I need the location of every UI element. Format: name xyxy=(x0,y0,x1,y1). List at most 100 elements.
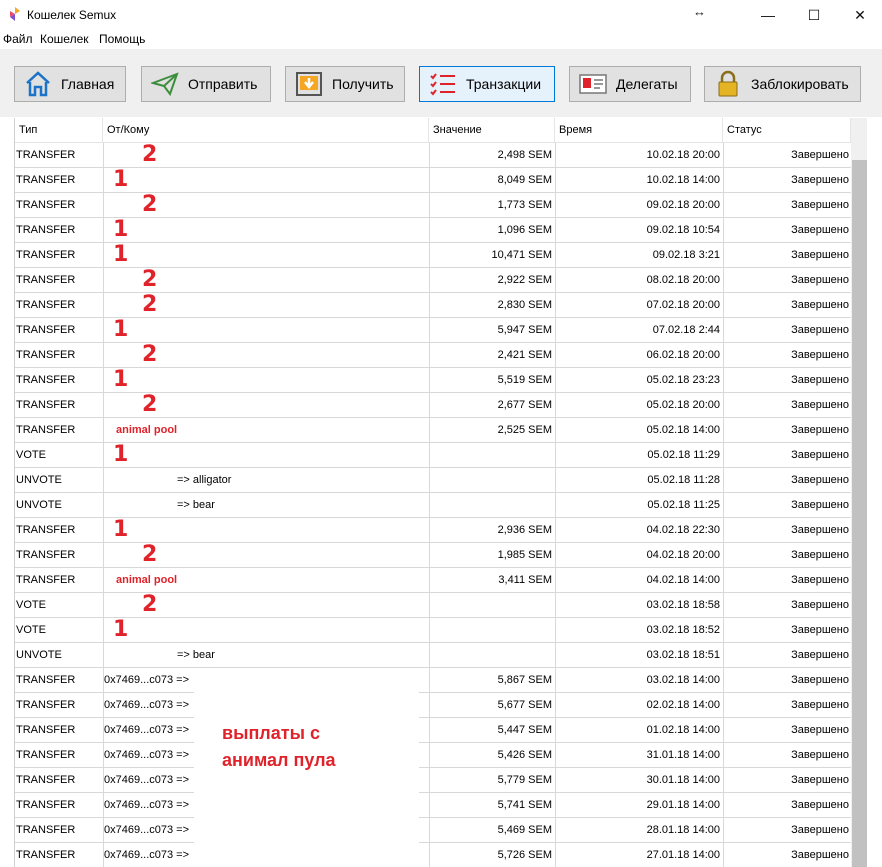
table-row[interactable]: UNVOTE => alligator 05.02.18 11:28 Завершен… xyxy=(15,468,851,493)
column-header-party[interactable]: От/Кому xyxy=(103,118,429,143)
annotation-number-mark: 2 xyxy=(142,343,158,367)
type-cell: TRANSFER xyxy=(16,399,76,411)
value-cell: 5,867 SEM xyxy=(429,668,554,692)
value-cell: 5,779 SEM xyxy=(429,768,554,792)
lock-button[interactable]: Заблокировать xyxy=(704,66,861,102)
table-row[interactable]: TRANSFER 0x7469...c073 => 5,779 SEM 30.01.1… xyxy=(15,768,851,793)
vertical-scrollbar[interactable] xyxy=(851,118,867,867)
annotation-number-mark: 1 xyxy=(113,368,129,392)
delegates-button[interactable]: Делегаты xyxy=(569,66,691,102)
value-cell: 8,049 SEM xyxy=(429,168,554,192)
maximize-button[interactable]: ☐ xyxy=(791,0,837,30)
menu-file[interactable]: Файл xyxy=(3,32,33,46)
home-button[interactable]: Главная xyxy=(14,66,126,102)
annotation-number-mark: 2 xyxy=(142,268,158,292)
time-cell: 05.02.18 14:00 xyxy=(555,418,722,442)
table-row[interactable]: VOTE 1 05.02.18 11:29 Завершено xyxy=(15,443,851,468)
column-header-type[interactable]: Тип xyxy=(15,118,103,143)
value-cell: 5,447 SEM xyxy=(429,718,554,742)
table-row[interactable]: TRANSFER 0x7469...c073 => 5,447 SEM 01.02.1… xyxy=(15,718,851,743)
party-cell: => bear xyxy=(103,493,428,517)
minimize-button[interactable]: — xyxy=(745,0,791,30)
value-cell: 2,677 SEM xyxy=(429,393,554,417)
table-row[interactable]: TRANSFER 1 1,096 SEM 09.02.18 10:54 Завершен… xyxy=(15,218,851,243)
status-cell: Завершено xyxy=(723,293,851,317)
column-header-status[interactable]: Статус xyxy=(723,118,851,143)
type-cell: VOTE xyxy=(16,624,46,636)
time-cell: 05.02.18 11:25 xyxy=(555,493,722,517)
party-cell: animal pool xyxy=(103,568,428,592)
party-cell: 1 xyxy=(103,243,428,267)
scroll-up-area[interactable] xyxy=(851,118,867,143)
status-cell: Завершено xyxy=(723,843,851,867)
party-cell: animal pool xyxy=(103,418,428,442)
transactions-button[interactable]: Транзакции xyxy=(419,66,555,102)
table-row[interactable]: TRANSFER 2 2,922 SEM 08.02.18 20:00 Завершен… xyxy=(15,268,851,293)
status-cell: Завершено xyxy=(723,818,851,842)
party-cell: 0x7469...c073 => xyxy=(103,668,428,692)
time-cell: 09.02.18 20:00 xyxy=(555,193,722,217)
table-row[interactable]: TRANSFER 0x7469...c073 => 5,867 SEM 03.02.1… xyxy=(15,668,851,693)
table-row[interactable]: TRANSFER animal pool 3,411 SEM 04.02.18 14:… xyxy=(15,568,851,593)
column-header-value[interactable]: Значение xyxy=(429,118,555,143)
receive-button[interactable]: Получить xyxy=(285,66,405,102)
time-cell: 04.02.18 20:00 xyxy=(555,543,722,567)
type-cell: TRANSFER xyxy=(16,199,76,211)
time-cell: 10.02.18 20:00 xyxy=(555,143,722,167)
type-cell: TRANSFER xyxy=(16,774,76,786)
table-row[interactable]: TRANSFER 1 5,519 SEM 05.02.18 23:23 Завершен… xyxy=(15,368,851,393)
table-row[interactable]: TRANSFER 0x7469...c073 => 5,426 SEM 31.01.1… xyxy=(15,743,851,768)
table-row[interactable]: TRANSFER 0x7469...c073 => 5,726 SEM 27.01.1… xyxy=(15,843,851,867)
delegates-button-label: Делегаты xyxy=(616,76,678,92)
table-row[interactable]: TRANSFER 1 10,471 SEM 09.02.18 3:21 Завершен… xyxy=(15,243,851,268)
menu-help[interactable]: Помощь xyxy=(99,32,145,46)
time-cell: 28.01.18 14:00 xyxy=(555,818,722,842)
table-row[interactable]: UNVOTE => bear 03.02.18 18:51 Завершено xyxy=(15,643,851,668)
value-cell: 10,471 SEM xyxy=(429,243,554,267)
transactions-button-label: Транзакции xyxy=(466,76,542,92)
time-cell: 05.02.18 20:00 xyxy=(555,393,722,417)
status-cell: Завершено xyxy=(723,393,851,417)
table-row[interactable]: TRANSFER 1 5,947 SEM 07.02.18 2:44 Завершено xyxy=(15,318,851,343)
title-bar: Кошелек Semux ↔ — ☐ ✕ xyxy=(0,0,882,30)
party-cell: 2 xyxy=(103,143,428,167)
scrollbar-thumb[interactable] xyxy=(852,160,867,867)
party-cell: 2 xyxy=(103,193,428,217)
type-cell: TRANSFER xyxy=(16,799,76,811)
type-cell: TRANSFER xyxy=(16,849,76,861)
table-row[interactable]: TRANSFER 2 2,677 SEM 05.02.18 20:00 Завершен… xyxy=(15,393,851,418)
table-row[interactable]: TRANSFER 2 2,830 SEM 07.02.18 20:00 Завершен… xyxy=(15,293,851,318)
table-row[interactable]: TRANSFER 2 1,985 SEM 04.02.18 20:00 Завершен… xyxy=(15,543,851,568)
send-button[interactable]: Отправить xyxy=(141,66,271,102)
value-cell: 5,677 SEM xyxy=(429,693,554,717)
status-cell: Завершено xyxy=(723,268,851,292)
time-cell: 09.02.18 3:21 xyxy=(555,243,722,267)
annotation-number-mark: 1 xyxy=(113,618,129,642)
value-cell: 1,985 SEM xyxy=(429,543,554,567)
table-row[interactable]: UNVOTE => bear 05.02.18 11:25 Завершено xyxy=(15,493,851,518)
status-cell: Завершено xyxy=(723,768,851,792)
semux-logo-icon xyxy=(10,7,20,21)
annotation-number-mark: 1 xyxy=(113,218,129,242)
type-cell: TRANSFER xyxy=(16,824,76,836)
table-row[interactable]: TRANSFER 0x7469...c073 => 5,741 SEM 29.01.1… xyxy=(15,793,851,818)
type-cell: UNVOTE xyxy=(16,474,62,486)
annotation-number-mark: 2 xyxy=(142,593,158,617)
menu-wallet[interactable]: Кошелек xyxy=(40,32,89,46)
table-row[interactable]: TRANSFER 1 2,936 SEM 04.02.18 22:30 Завершен… xyxy=(15,518,851,543)
table-row[interactable]: TRANSFER 0x7469...c073 => 5,469 SEM 28.01.1… xyxy=(15,818,851,843)
table-row[interactable]: TRANSFER 2 2,421 SEM 06.02.18 20:00 Завершен… xyxy=(15,343,851,368)
column-header-time[interactable]: Время xyxy=(555,118,723,143)
table-row[interactable]: TRANSFER 1 8,049 SEM 10.02.18 14:00 Завершен… xyxy=(15,168,851,193)
status-cell: Завершено xyxy=(723,368,851,392)
table-row[interactable]: TRANSFER 2 1,773 SEM 09.02.18 20:00 Завершен… xyxy=(15,193,851,218)
close-button[interactable]: ✕ xyxy=(837,0,882,30)
table-row[interactable]: TRANSFER 0x7469...c073 => 5,677 SEM 02.02.1… xyxy=(15,693,851,718)
table-row[interactable]: TRANSFER 2 2,498 SEM 10.02.18 20:00 Завершен… xyxy=(15,143,851,168)
party-cell: 1 xyxy=(103,218,428,242)
table-row[interactable]: VOTE 2 03.02.18 18:58 Завершено xyxy=(15,593,851,618)
table-row[interactable]: TRANSFER animal pool 2,525 SEM 05.02.18 14:… xyxy=(15,418,851,443)
status-cell: Завершено xyxy=(723,618,851,642)
table-row[interactable]: VOTE 1 03.02.18 18:52 Завершено xyxy=(15,618,851,643)
status-cell: Завершено xyxy=(723,218,851,242)
